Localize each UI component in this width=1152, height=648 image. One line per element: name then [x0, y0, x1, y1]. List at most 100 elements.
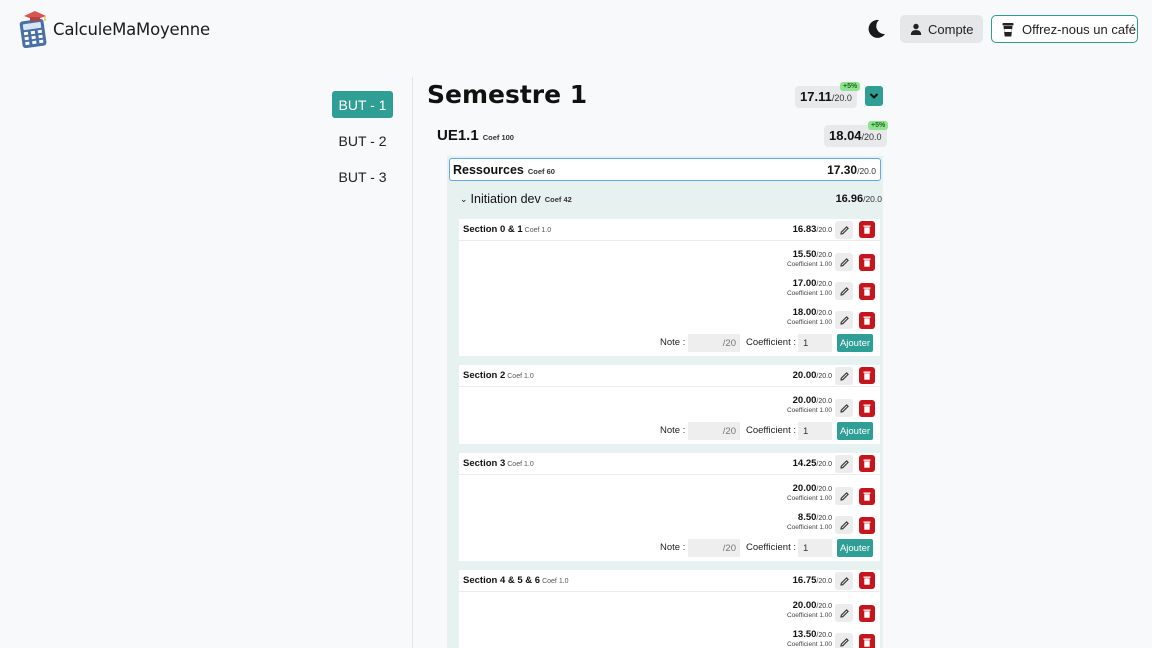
delete-section-button[interactable] — [859, 221, 875, 238]
pencil-icon — [839, 491, 849, 501]
semester-expand-button[interactable] — [865, 86, 883, 106]
trash-icon — [863, 316, 871, 325]
nav-item-but-2[interactable]: BUT - 2 — [332, 127, 393, 154]
delete-grade-button[interactable] — [859, 634, 875, 648]
grade-value-number: 13.50 — [792, 629, 817, 640]
delete-grade-button[interactable] — [859, 283, 875, 300]
note-input[interactable] — [688, 539, 740, 557]
edit-grade-button[interactable] — [835, 487, 853, 505]
buy-coffee-button[interactable]: Offrez-nous un café — [991, 15, 1138, 43]
grade-entry: 20.00/20.0 Coefficient 1.00 — [787, 600, 832, 619]
edit-grade-button[interactable] — [835, 633, 853, 648]
grade-value-number: 20.00 — [792, 600, 817, 611]
grade-entry: 20.00/20.0 Coefficient 1.00 — [787, 483, 832, 502]
grade-value: 13.50/20.0 — [787, 629, 832, 640]
section-header[interactable]: Section 0 & 1 Coef 1.0 16.83/20.0 — [459, 219, 880, 241]
trash-icon — [863, 492, 871, 501]
delete-grade-button[interactable] — [859, 517, 875, 534]
delete-grade-button[interactable] — [859, 488, 875, 505]
edit-section-button[interactable] — [835, 572, 853, 590]
delete-grade-button[interactable] — [859, 605, 875, 622]
section-name: Section 4 & 5 & 6 Coef 1.0 — [463, 575, 569, 586]
grade-value: 17.00/20.0 — [787, 278, 832, 289]
trash-icon — [863, 521, 871, 530]
pencil-icon — [839, 520, 849, 530]
trash-icon — [863, 609, 871, 618]
grade-entry: 15.50/20.0 Coefficient 1.00 — [787, 249, 832, 268]
section-name: Section 3 Coef 1.0 — [463, 458, 534, 469]
nav-divider — [412, 77, 413, 648]
nav-item-but-1[interactable]: BUT - 1 — [332, 91, 393, 118]
edit-grade-button[interactable] — [835, 604, 853, 622]
grade-value-denominator: /20.0 — [816, 281, 832, 288]
add-grade-button[interactable]: Ajouter — [837, 539, 873, 557]
add-grade-button[interactable]: Ajouter — [837, 334, 873, 352]
delete-grade-button[interactable] — [859, 254, 875, 271]
delete-grade-button[interactable] — [859, 400, 875, 417]
resources-coef: Coef 60 — [527, 166, 555, 176]
semester-average-denominator: /20.0 — [831, 93, 852, 103]
section-coef: Coef 1.0 — [524, 227, 552, 234]
pencil-icon — [839, 637, 849, 647]
app-logo[interactable]: CalculeMaMoyenne — [18, 10, 210, 48]
note-input[interactable] — [688, 334, 740, 352]
section-card: Section 2 Coef 1.0 20.00/20.0 20.00/20.0 Coe… — [459, 365, 880, 444]
coefficient-input[interactable] — [798, 422, 832, 440]
trash-icon — [863, 576, 871, 585]
delete-section-button[interactable] — [859, 572, 875, 589]
delete-section-button[interactable] — [859, 367, 875, 384]
section-average: 16.75/20.0 — [793, 575, 832, 586]
grade-value-denominator: /20.0 — [816, 486, 832, 493]
grade-value-denominator: /20.0 — [816, 603, 832, 610]
section-name: Section 2 Coef 1.0 — [463, 370, 534, 381]
section-header[interactable]: Section 3 Coef 1.0 14.25/20.0 — [459, 453, 880, 475]
resources-label: Ressources — [453, 162, 524, 177]
resources-average: 17.30/20.0 — [827, 163, 876, 177]
account-button[interactable]: Compte — [900, 15, 983, 43]
add-grade-button[interactable]: Ajouter — [837, 422, 873, 440]
grade-value: 15.50/20.0 — [787, 249, 832, 260]
edit-section-button[interactable] — [835, 367, 853, 385]
coefficient-input[interactable] — [798, 539, 832, 557]
note-label: Note : — [660, 542, 686, 553]
coefficient-label: Coefficient : — [746, 425, 796, 436]
grade-coefficient: Coefficient 1.00 — [786, 319, 832, 326]
edit-grade-button[interactable] — [835, 311, 853, 329]
module-row[interactable]: ⌄ Initiation dev Coef 42 16.96/20.0 — [460, 189, 882, 209]
pencil-icon — [839, 459, 849, 469]
resources-header[interactable]: Ressources Coef 60 17.30/20.0 — [449, 158, 881, 181]
nav-item-but-3[interactable]: BUT - 3 — [332, 163, 393, 190]
edit-grade-button[interactable] — [835, 399, 853, 417]
edit-section-button[interactable] — [835, 455, 853, 473]
grade-value-denominator: /20.0 — [816, 252, 832, 259]
edit-grade-button[interactable] — [835, 282, 853, 300]
grade-value-number: 20.00 — [792, 483, 817, 494]
module-title: ⌄ Initiation dev Coef 42 — [460, 192, 572, 206]
grade-entry: 20.00/20.0 Coefficient 1.00 — [787, 395, 832, 414]
note-input[interactable] — [688, 422, 740, 440]
collapse-caret-icon[interactable]: ⌄ — [460, 194, 468, 205]
coefficient-input[interactable] — [798, 334, 832, 352]
edit-grade-button[interactable] — [835, 253, 853, 271]
ue-bonus-badge: +5% — [868, 121, 889, 130]
user-icon — [910, 23, 922, 35]
grade-value-number: 20.00 — [792, 395, 817, 406]
section-card: Section 4 & 5 & 6 Coef 1.0 16.75/20.0 20.00… — [459, 570, 880, 648]
section-header[interactable]: Section 4 & 5 & 6 Coef 1.0 16.75/20.0 — [459, 570, 880, 592]
delete-grade-button[interactable] — [859, 312, 875, 329]
grade-value: 20.00/20.0 — [787, 483, 832, 494]
grade-value-denominator: /20.0 — [816, 515, 832, 522]
grade-value: 20.00/20.0 — [787, 600, 832, 611]
section-header[interactable]: Section 2 Coef 1.0 20.00/20.0 — [459, 365, 880, 387]
resources-average-value: 17.30 — [827, 162, 858, 177]
section-average-denominator: /20.0 — [816, 227, 832, 234]
delete-section-button[interactable] — [859, 455, 875, 472]
trash-icon — [863, 404, 871, 413]
account-label: Compte — [928, 21, 974, 37]
moon-icon[interactable] — [864, 17, 888, 41]
section-average-denominator: /20.0 — [816, 461, 832, 468]
edit-section-button[interactable] — [835, 221, 853, 239]
trash-icon — [863, 371, 871, 380]
edit-grade-button[interactable] — [835, 516, 853, 534]
note-label: Note : — [660, 337, 686, 348]
